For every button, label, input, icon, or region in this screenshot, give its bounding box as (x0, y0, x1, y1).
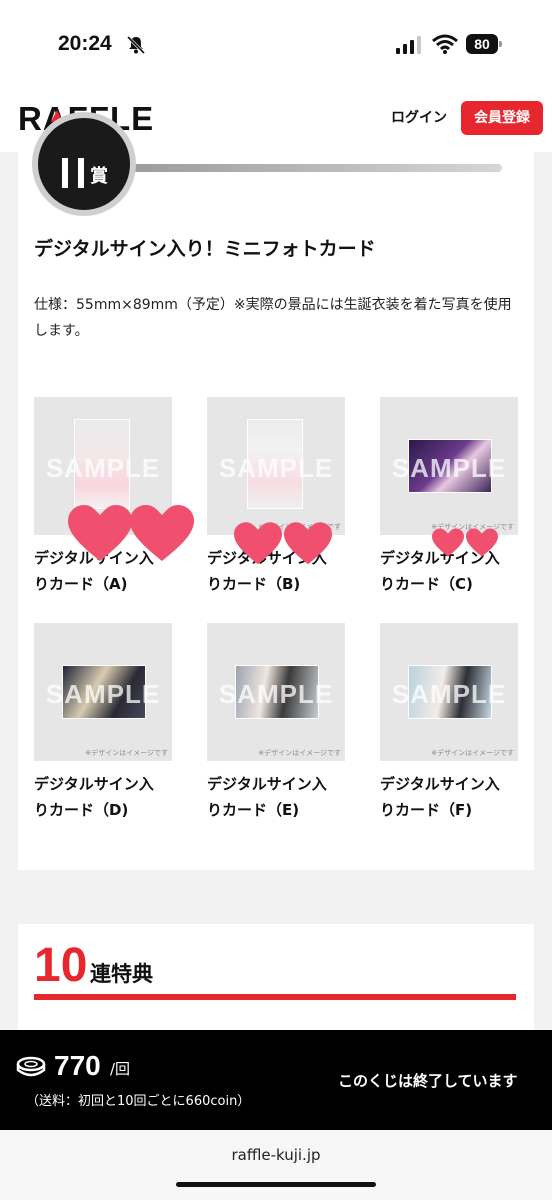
battery-level: 80 (466, 34, 498, 54)
heart-icon (432, 528, 464, 557)
register-button[interactable]: 会員登録 (461, 101, 543, 135)
rank-label: 賞 (90, 166, 108, 187)
url-field[interactable]: raffle-kuji.jp (0, 1146, 552, 1164)
price-value: 770 (54, 1050, 101, 1081)
image-note: ※デザインはイメージです (85, 749, 168, 757)
browser-bar: raffle-kuji.jp (0, 1130, 552, 1200)
prize-image[interactable]: SAMPLE ※デザインはイメージです (207, 623, 345, 761)
login-link[interactable]: ログイン (391, 107, 447, 127)
bonus-title: 連特典 (90, 962, 153, 986)
wifi-icon (432, 34, 458, 54)
coin-icon (16, 1056, 46, 1077)
prize-item-f[interactable]: SAMPLE ※デザインはイメージです デジタルサイン入 りカード（F) (380, 623, 518, 823)
prize-image[interactable]: SAMPLE ※デザインはイメージです (207, 397, 345, 535)
sample-watermark: SAMPLE (391, 679, 507, 709)
status-time: 20:24 (58, 32, 112, 55)
heart-icon (466, 528, 498, 557)
purchase-bar: 770 /回 （送料：初回と10回ごとに660coin） このくじは終了していま… (0, 1030, 552, 1130)
sample-watermark: SAMPLE (218, 679, 334, 709)
sample-watermark: SAMPLE (45, 679, 161, 709)
bonus-divider (34, 994, 516, 1000)
label-line1: デジタルサイン入 (207, 775, 327, 793)
prize-image[interactable]: SAMPLE ※デザインはイメージです (380, 623, 518, 761)
heart-icon (284, 522, 332, 565)
home-indicator[interactable] (176, 1182, 376, 1187)
sample-watermark: SAMPLE (218, 453, 334, 483)
prize-item-e[interactable]: SAMPLE ※デザインはイメージです デジタルサイン入 りカード（E) (207, 623, 345, 823)
shipping-note: （送料：初回と10回ごとに660coin） (26, 1094, 251, 1109)
prize-title: デジタルサイン入り！ミニフォトカード (34, 238, 376, 260)
rank-medal: 賞 (32, 112, 136, 216)
label-line1: デジタルサイン入 (380, 775, 500, 793)
bonus-card: 10 連特典 (18, 924, 534, 1034)
price-unit: /回 (110, 1060, 131, 1078)
bonus-number: 10 (34, 939, 88, 992)
prize-image[interactable]: SAMPLE ※デザインはイメージです (380, 397, 518, 535)
label-line2: りカード（D) (34, 801, 129, 819)
signal-icon (396, 36, 421, 54)
rank-bar (118, 164, 502, 172)
heart-icon (234, 522, 282, 565)
battery-icon: 80 (466, 34, 502, 54)
image-note: ※デザインはイメージです (258, 749, 341, 757)
image-note: ※デザインはイメージです (431, 749, 514, 757)
label-line2: りカード（A) (34, 575, 128, 593)
label-line2: りカード（E) (207, 801, 300, 819)
prize-spec: 仕様：55mm×89mm（予定）※実際の景品には生誕衣装を着た写真を使用します。 (34, 297, 512, 339)
prize-image[interactable]: SAMPLE ※デザインはイメージです (34, 623, 172, 761)
prize-item-a[interactable]: SAMPLE ※デザインはイメージです デジタルサイン入 りカード（A) (34, 397, 172, 597)
prize-item-label: デジタルサイン入 りカード（E) (207, 771, 345, 823)
label-line2: りカード（F) (380, 801, 473, 819)
lottery-ended-status: このくじは終了しています (338, 1072, 518, 1090)
prize-item-d[interactable]: SAMPLE ※デザインはイメージです デジタルサイン入 りカード（D) (34, 623, 172, 823)
label-line2: りカード（C) (380, 575, 473, 593)
label-line2: りカード（B) (207, 575, 301, 593)
prize-item-label: デジタルサイン入 りカード（F) (380, 771, 518, 823)
prize-item-b[interactable]: SAMPLE ※デザインはイメージです デジタルサイン入 りカード（B) (207, 397, 345, 597)
status-bar: 20:24 80 (0, 0, 552, 80)
heart-icon (130, 505, 194, 561)
sample-watermark: SAMPLE (391, 453, 507, 483)
bell-muted-icon (126, 35, 146, 55)
prize-item-label: デジタルサイン入 りカード（D) (34, 771, 172, 823)
label-line1: デジタルサイン入 (34, 775, 154, 793)
prize-item-c[interactable]: SAMPLE ※デザインはイメージです デジタルサイン入 りカード（C) (380, 397, 518, 597)
sample-watermark: SAMPLE (45, 453, 161, 483)
heart-icon (68, 505, 132, 561)
